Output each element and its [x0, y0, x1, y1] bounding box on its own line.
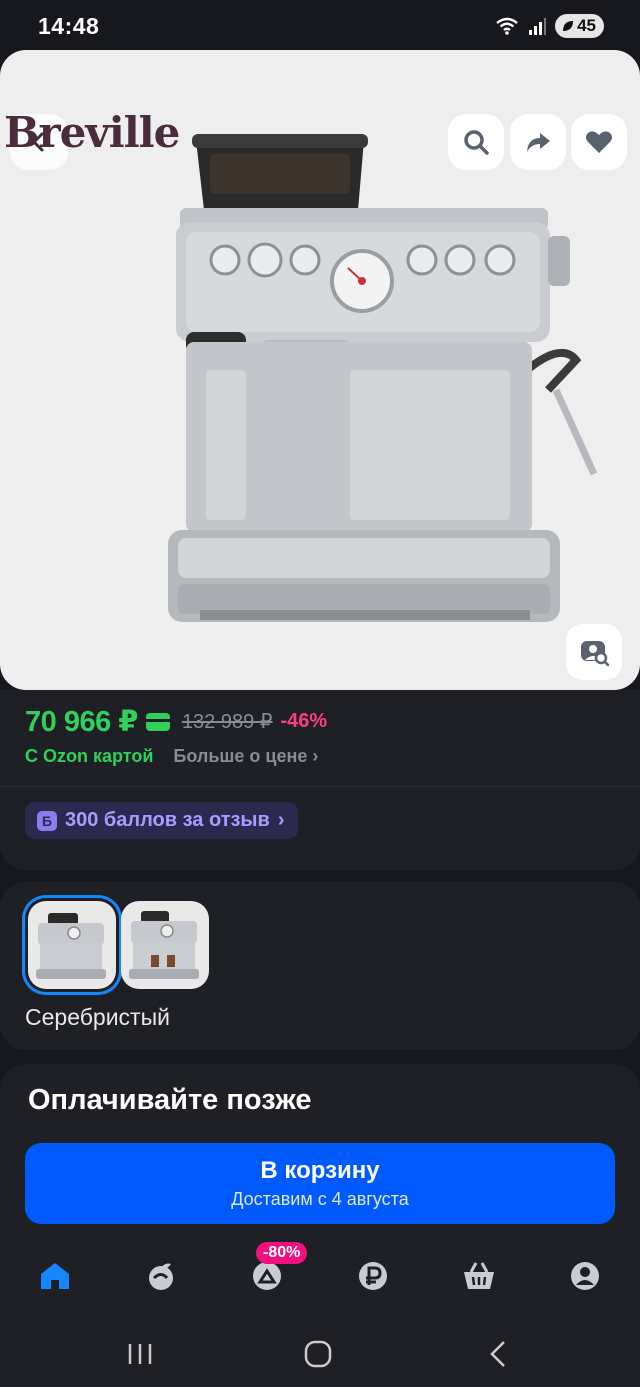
recent-apps-button[interactable]: [120, 1334, 160, 1374]
price-old: 132 989 ₽: [181, 711, 273, 733]
battery-saver-icon: [563, 21, 574, 31]
cart-button-label: В корзину: [260, 1157, 380, 1184]
status-icons: 45: [495, 14, 604, 38]
variant-thumbnail: [36, 913, 106, 979]
bonus-points-icon: Б: [37, 810, 57, 831]
recent-apps-icon: [128, 1344, 152, 1364]
pay-later-title[interactable]: Оплачивайте позже: [28, 1084, 312, 1117]
promo-icon: [253, 1262, 281, 1290]
variant-card: Серебристый: [0, 882, 640, 1050]
image-search-button[interactable]: [566, 624, 622, 680]
variant-swatch-alt[interactable]: [121, 901, 209, 989]
fresh-icon: [149, 1263, 173, 1290]
variant-thumbnail: [129, 911, 199, 979]
battery-indicator: 45: [555, 14, 604, 38]
status-bar: 14:48 45: [0, 0, 640, 52]
price-discount: -46%: [280, 710, 328, 732]
price-card: 70 966 ₽ 132 989 ₽ -46% С Ozon картой Бо…: [0, 690, 640, 870]
bottom-tab-bar: -80%: [0, 1240, 640, 1310]
finance-icon: [359, 1262, 387, 1290]
image-search-icon: [581, 641, 610, 667]
tab-cart[interactable]: [454, 1256, 504, 1296]
tab-finance[interactable]: [348, 1256, 398, 1296]
system-nav-bar: [0, 1320, 640, 1387]
profile-icon: [571, 1262, 599, 1290]
chevron-right-icon: ›: [277, 809, 285, 831]
promo-badge: -80%: [256, 1242, 308, 1264]
tab-profile[interactable]: [560, 1256, 610, 1296]
battery-level: 45: [577, 16, 596, 35]
tab-home[interactable]: [30, 1256, 80, 1296]
ozon-card-label: С Ozon картой: [25, 746, 154, 766]
tab-fresh[interactable]: [136, 1256, 186, 1296]
delivery-date: Доставим с 4 августа: [231, 1189, 409, 1209]
favorite-button[interactable]: [571, 114, 627, 170]
variant-swatch-silver[interactable]: [28, 901, 116, 989]
share-button[interactable]: [510, 114, 566, 170]
wifi-icon: [496, 17, 518, 35]
back-nav-button[interactable]: [478, 1334, 518, 1374]
price-row: 70 966 ₽ 132 989 ₽ -46%: [25, 704, 327, 739]
chevron-right-icon: ›: [312, 746, 319, 766]
home-nav-icon: [304, 1340, 332, 1368]
cart-icon: [464, 1262, 494, 1289]
review-bonus-chip[interactable]: Б 300 баллов за отзыв ›: [25, 802, 299, 839]
heart-icon: [586, 131, 612, 153]
ozon-card-icon: [145, 712, 170, 731]
home-nav-button[interactable]: [298, 1334, 338, 1374]
more-price-link[interactable]: Больше о цене ›: [173, 746, 318, 767]
divider: [0, 786, 640, 787]
back-nav-icon: [490, 1341, 505, 1367]
add-to-cart-button[interactable]: В корзину Доставим с 4 августа: [25, 1143, 615, 1224]
product-gallery[interactable]: Breville: [0, 50, 640, 690]
price-current: 70 966 ₽: [25, 706, 138, 738]
bonus-text: 300 баллов за отзыв: [65, 809, 270, 831]
home-icon: [41, 1263, 69, 1289]
signal-icon: [529, 18, 547, 35]
more-price-label: Больше о цене: [173, 746, 308, 766]
price-subrow: С Ozon картой Больше о цене ›: [25, 746, 318, 767]
status-time: 14:48: [38, 12, 100, 39]
brand-logo: Breville: [4, 108, 180, 157]
search-icon: [464, 130, 489, 155]
share-icon: [527, 133, 550, 152]
variant-label: Серебристый: [25, 1004, 170, 1030]
search-button[interactable]: [448, 114, 504, 170]
